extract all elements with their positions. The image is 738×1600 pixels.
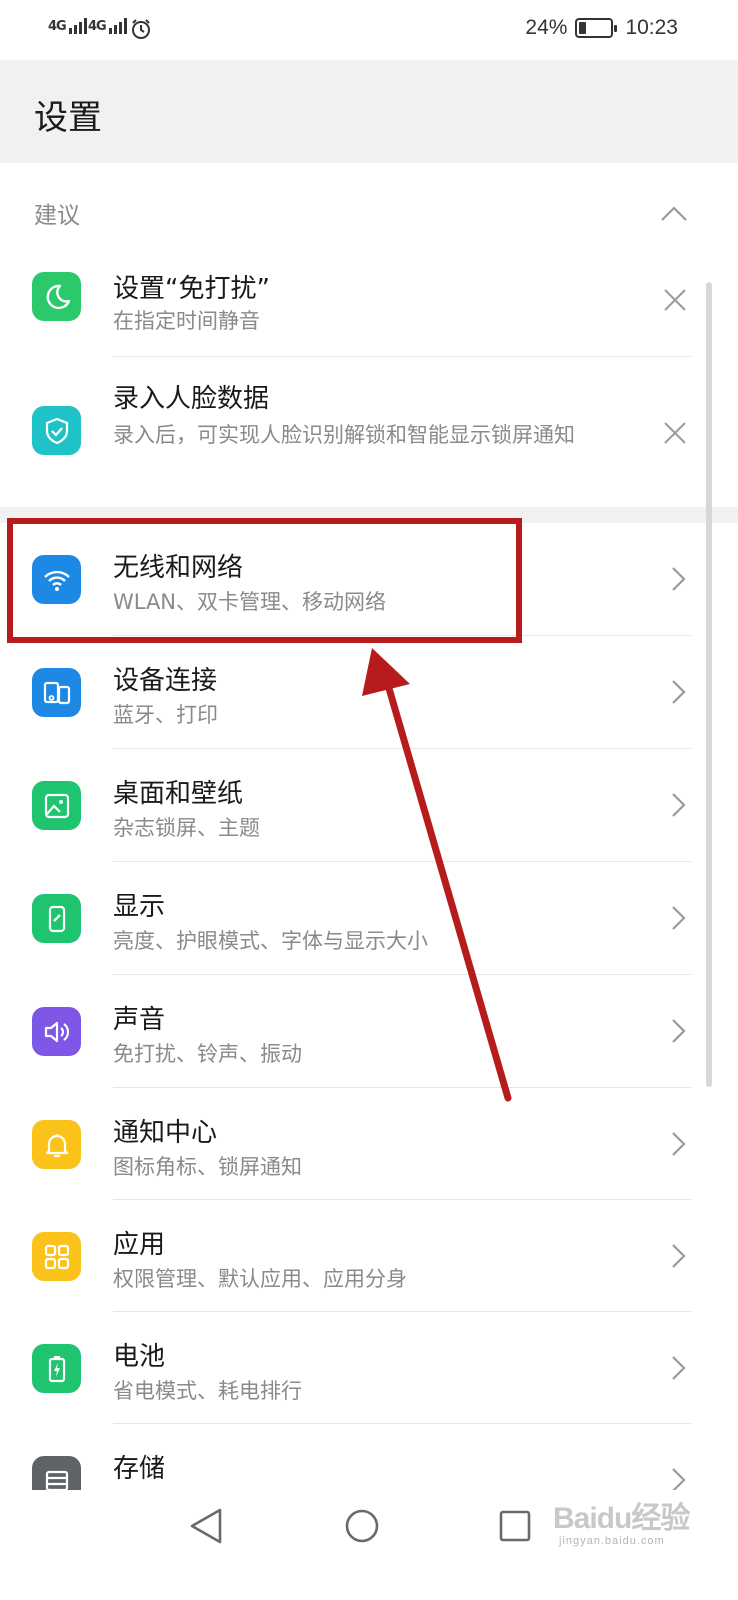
divider: [113, 356, 691, 357]
settings-item-wallpaper[interactable]: 桌面和壁纸 杂志锁屏、主题: [0, 749, 738, 861]
chevron-right-icon: [672, 680, 686, 704]
scrollbar[interactable]: [706, 282, 712, 1087]
clock: 10:23: [625, 16, 678, 39]
row-title: 录入人脸数据: [113, 384, 270, 414]
row-title: 电池: [113, 1342, 166, 1372]
status-bar: 4G 4G 24% 10:23: [0, 0, 738, 60]
chevron-right-icon: [672, 1356, 686, 1380]
watermark: Baidu经验 jingyan.baidu.com: [553, 1493, 690, 1547]
row-subtitle: 亮度、护眼模式、字体与显示大小: [113, 929, 428, 953]
watermark-main: Baidu经验: [553, 1502, 690, 1535]
battery-percent: 24%: [525, 16, 568, 39]
battery-icon: [32, 1344, 81, 1393]
bell-icon: [32, 1120, 81, 1169]
settings-item-battery[interactable]: 电池 省电模式、耗电排行: [0, 1312, 738, 1424]
shield-check-icon: [32, 406, 81, 455]
back-icon[interactable]: [166, 1490, 246, 1570]
row-title: 通知中心: [113, 1118, 218, 1148]
signal-4g-icon: 4G: [88, 16, 131, 34]
suggestion-face[interactable]: 录入人脸数据 录入后，可实现人脸识别解锁和智能显示锁屏通知: [0, 372, 738, 502]
settings-item-storage[interactable]: 存储: [0, 1424, 738, 1490]
row-subtitle: 杂志锁屏、主题: [113, 816, 260, 840]
settings-item-sound[interactable]: 声音 免打扰、铃声、振动: [0, 975, 738, 1087]
storage-icon: [32, 1456, 81, 1490]
speaker-icon: [32, 1007, 81, 1056]
chevron-right-icon: [672, 567, 686, 591]
watermark-sub: jingyan.baidu.com: [559, 1535, 665, 1547]
chevron-right-icon: [672, 1019, 686, 1043]
recents-icon[interactable]: [475, 1490, 555, 1570]
row-subtitle: 蓝牙、打印: [113, 703, 218, 727]
apps-grid-icon: [32, 1232, 81, 1281]
wallpaper-icon: [32, 781, 81, 830]
annotation-highlight-box: [7, 518, 522, 643]
row-subtitle: 图标角标、锁屏通知: [113, 1155, 302, 1179]
suggestions-header[interactable]: 建议: [0, 190, 738, 236]
chevron-right-icon: [672, 1244, 686, 1268]
settings-item-device-connection[interactable]: 设备连接 蓝牙、打印: [0, 636, 738, 748]
page-title: 设置: [34, 98, 102, 138]
home-icon[interactable]: [322, 1490, 402, 1570]
device-connect-icon: [32, 668, 81, 717]
row-title: 声音: [113, 1005, 166, 1035]
moon-icon: [32, 272, 81, 321]
chevron-up-icon[interactable]: [660, 200, 688, 228]
chevron-right-icon: [672, 906, 686, 930]
signal-4g-icon: 4G: [48, 16, 91, 34]
close-icon[interactable]: [662, 287, 688, 313]
row-title: 设置“免打扰”: [113, 274, 270, 304]
chevron-right-icon: [672, 793, 686, 817]
chevron-right-icon: [672, 1468, 686, 1490]
row-title: 桌面和壁纸: [113, 779, 244, 809]
row-title: 应用: [113, 1230, 166, 1260]
row-title: 存储: [113, 1454, 166, 1484]
close-icon[interactable]: [662, 420, 688, 446]
row-subtitle: 免打扰、铃声、振动: [113, 1042, 302, 1066]
chevron-right-icon: [672, 1132, 686, 1156]
settings-item-notifications[interactable]: 通知中心 图标角标、锁屏通知: [0, 1088, 738, 1200]
row-subtitle: 权限管理、默认应用、应用分身: [113, 1267, 407, 1291]
row-title: 显示: [113, 892, 166, 922]
suggestion-dnd[interactable]: 设置“免打扰” 在指定时间静音: [0, 262, 738, 357]
battery-icon: [575, 18, 618, 38]
row-subtitle: 在指定时间静音: [113, 309, 260, 333]
settings-item-display[interactable]: 显示 亮度、护眼模式、字体与显示大小: [0, 862, 738, 974]
settings-item-apps[interactable]: 应用 权限管理、默认应用、应用分身: [0, 1200, 738, 1312]
row-subtitle: 录入后，可实现人脸识别解锁和智能显示锁屏通知: [113, 423, 575, 447]
row-title: 设备连接: [113, 666, 218, 696]
suggestions-label: 建议: [34, 203, 80, 229]
row-subtitle: 省电模式、耗电排行: [113, 1379, 302, 1403]
status-right: 24% 10:23: [525, 16, 678, 40]
title-bar: 设置: [0, 60, 738, 163]
display-icon: [32, 894, 81, 943]
alarm-icon: [132, 19, 150, 39]
